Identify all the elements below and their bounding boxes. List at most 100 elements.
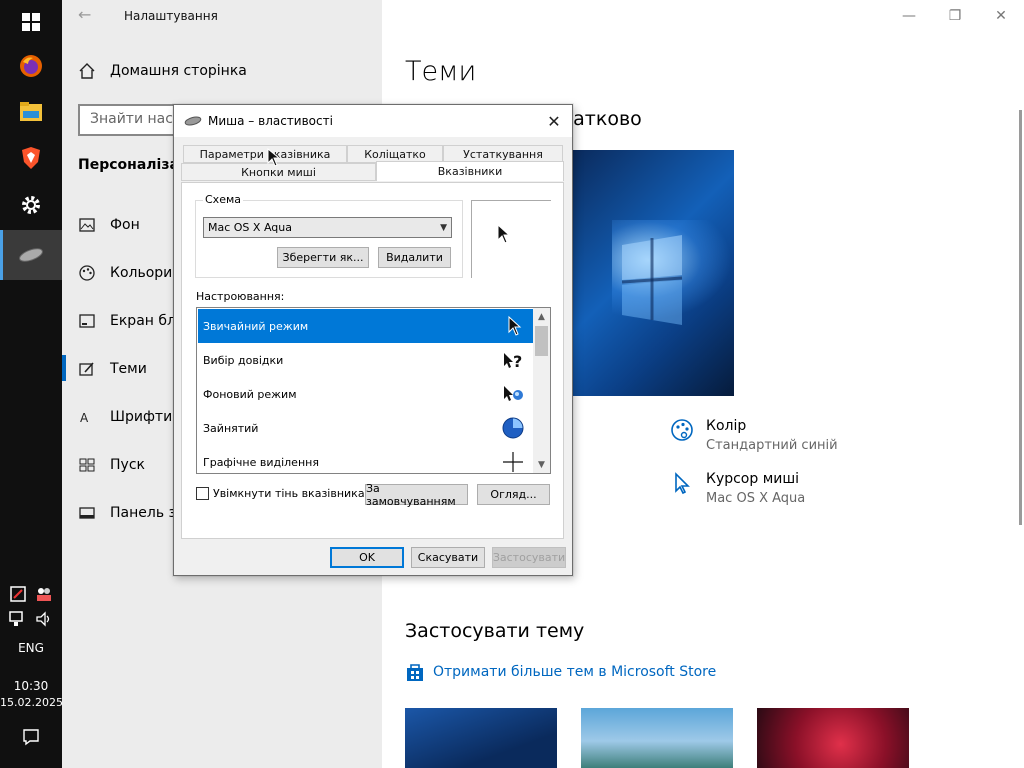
home-nav-item[interactable]: Домашня сторінка [78, 62, 247, 80]
nav-item-label: Фон [110, 217, 140, 233]
settings-window-title: Налаштування [124, 9, 218, 23]
security-icon[interactable] [9, 585, 27, 603]
arrow-cursor-icon [508, 315, 522, 336]
tab-pointers[interactable]: Вказівники [376, 161, 564, 181]
mouse-cursor-property[interactable]: Курсор миші Mac OS X Aqua [670, 471, 805, 506]
font-icon: A [78, 408, 96, 426]
tray-icons-row2 [0, 611, 62, 631]
theme-thumbnail-windows[interactable] [405, 708, 557, 768]
brave-taskbar-button[interactable] [0, 136, 62, 180]
list-item[interactable]: Звичайний режим [198, 309, 533, 343]
start-button[interactable] [0, 0, 62, 44]
brave-icon [22, 147, 40, 169]
list-item-label: Зайнятий [203, 421, 259, 435]
back-arrow-icon[interactable]: ← [78, 4, 98, 26]
store-link[interactable]: Отримати більше тем в Microsoft Store [405, 662, 716, 682]
store-icon [407, 664, 423, 681]
cursor-list[interactable]: Звичайний режим Вибір довідки ? Фоновий … [196, 307, 551, 474]
mouse-properties-dialog: Миша – властивості ✕ Параметри вказівник… [173, 104, 573, 576]
chevron-down-icon: ▼ [440, 222, 447, 233]
list-item[interactable]: Фоновий режим [198, 377, 533, 411]
close-icon[interactable]: ✕ [978, 0, 1024, 32]
nav-item-fonts[interactable]: A Шрифти [78, 402, 172, 432]
clock-time[interactable]: 10:30 [0, 679, 62, 693]
windows-logo-icon [22, 13, 40, 31]
dialog-close-icon[interactable]: ✕ [542, 109, 566, 133]
tray-icons-row1 [0, 585, 62, 607]
busy-cursor-icon [502, 417, 524, 439]
list-item-label: Звичайний режим [203, 319, 309, 333]
checkbox-box[interactable] [196, 487, 209, 500]
cursor-preview-box [471, 200, 551, 278]
right-pane-scrollbar[interactable] [1019, 110, 1022, 525]
list-item[interactable]: Графічне виділення [198, 445, 533, 473]
store-link-label: Отримати більше тем в Microsoft Store [433, 664, 717, 680]
minimize-icon[interactable]: — [886, 0, 932, 32]
dialog-titlebar[interactable]: Миша – властивості [174, 105, 572, 137]
ok-button[interactable]: OK [330, 547, 404, 568]
language-indicator[interactable]: ENG [0, 641, 62, 655]
nav-item-label: Пуск [110, 457, 145, 473]
nav-item-taskbar[interactable]: Панель за [78, 498, 185, 528]
theme-thumbnail-flowers[interactable] [757, 708, 909, 768]
nav-item-start[interactable]: Пуск [78, 450, 145, 480]
page-title: Теми [405, 56, 477, 87]
notifications-button[interactable] [0, 728, 62, 750]
delete-button[interactable]: Видалити [378, 247, 451, 268]
list-item[interactable]: Вибір довідки ? [198, 343, 533, 377]
file-explorer-taskbar-button[interactable] [0, 90, 62, 134]
save-as-button[interactable]: Зберегти як... [277, 247, 369, 268]
notification-icon [23, 729, 39, 746]
home-icon [79, 63, 95, 79]
cursor-list-scrollbar[interactable]: ▲ ▼ [533, 308, 550, 473]
cursor-value: Mac OS X Aqua [706, 491, 806, 506]
scheme-select[interactable]: Mac OS X Aqua ▼ [203, 217, 452, 238]
palette-icon [671, 419, 693, 441]
people-icon[interactable] [35, 585, 53, 603]
settings-taskbar-button[interactable] [0, 183, 62, 227]
list-item-label: Вибір довідки [203, 353, 284, 367]
taskbar-icon [78, 504, 96, 522]
nav-selection-indicator [62, 355, 66, 381]
nav-item-lock-screen[interactable]: Екран бло [78, 306, 185, 336]
nav-item-themes[interactable]: Теми [78, 354, 147, 384]
scroll-up-icon[interactable]: ▲ [533, 308, 550, 325]
maximize-icon[interactable]: ❐ [932, 0, 978, 32]
start-icon [78, 456, 96, 474]
color-property[interactable]: Колір Стандартний синій [670, 418, 838, 453]
firefox-taskbar-button[interactable] [0, 44, 62, 88]
scroll-down-icon[interactable]: ▼ [533, 456, 550, 473]
folder-icon [20, 102, 42, 121]
browse-button[interactable]: Огляд... [477, 484, 550, 505]
network-icon[interactable] [9, 611, 27, 627]
lock-screen-icon [78, 312, 96, 330]
taskbar: ENG 10:30 15.02.2025 [0, 0, 63, 768]
use-default-button[interactable]: За замовчуванням [365, 482, 468, 508]
picture-icon [78, 216, 96, 234]
list-item[interactable]: Зайнятий [198, 411, 533, 445]
mouse-properties-taskbar-button[interactable] [0, 230, 62, 280]
arrow-cursor-icon [497, 224, 511, 244]
tab-pointer-options[interactable]: Параметри вказівника [183, 145, 347, 163]
pointer-shadow-label: Увімкнути тінь вказівника [213, 487, 365, 500]
theme-preview-image [572, 150, 734, 396]
volume-icon[interactable] [35, 611, 53, 627]
clock-date[interactable]: 15.02.2025 [0, 696, 63, 709]
nav-item-background[interactable]: Фон [78, 210, 140, 240]
apply-theme-heading: Застосувати тему [405, 620, 585, 642]
list-item-label: Графічне виділення [203, 455, 319, 469]
nav-item-colors[interactable]: Кольори [78, 258, 172, 288]
cancel-button[interactable]: Скасувати [411, 547, 485, 568]
gear-icon [22, 196, 40, 214]
pointer-shadow-checkbox[interactable]: Увімкнути тінь вказівника [196, 487, 365, 500]
scroll-thumb[interactable] [535, 326, 548, 356]
theme-thumbnail-nature[interactable] [581, 708, 733, 768]
themes-icon [78, 360, 96, 378]
mouse-icon [184, 116, 202, 126]
mouse-icon [19, 248, 43, 262]
nav-item-label: Шрифти [110, 409, 173, 425]
svg-text:A: A [80, 411, 89, 425]
home-label: Домашня сторінка [110, 63, 247, 79]
nav-item-label: Кольори [110, 265, 173, 281]
cursor-label: Курсор миші [706, 471, 800, 487]
